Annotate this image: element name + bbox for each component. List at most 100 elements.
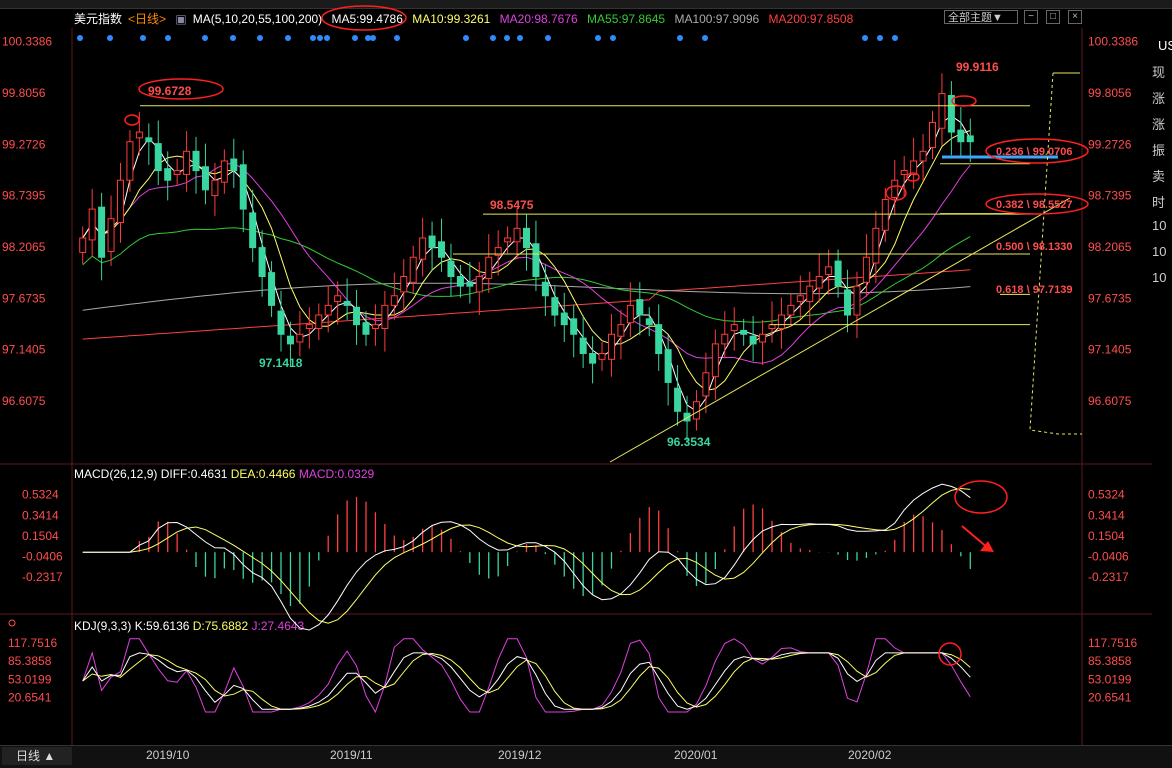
y-tick-label: -0.0406 bbox=[22, 550, 63, 564]
fib-label: 0.618 \ 97.7139 bbox=[996, 284, 1072, 296]
candle-body bbox=[456, 275, 464, 287]
candle-body bbox=[607, 333, 615, 360]
candle-body bbox=[929, 121, 937, 148]
candle-body bbox=[759, 333, 767, 343]
event-dot bbox=[140, 35, 146, 41]
candle-body bbox=[806, 285, 814, 303]
candle-body bbox=[674, 387, 682, 412]
event-dot bbox=[202, 35, 208, 41]
candle-body bbox=[428, 235, 436, 249]
candle-body bbox=[541, 281, 549, 297]
event-dot bbox=[370, 35, 376, 41]
event-dot bbox=[517, 35, 523, 41]
candle-body bbox=[626, 304, 634, 324]
candle-body bbox=[787, 304, 795, 316]
y-tick-label: 0.3414 bbox=[22, 508, 59, 522]
candle-body bbox=[504, 237, 512, 243]
candle-body bbox=[617, 324, 625, 337]
candle-body bbox=[438, 241, 446, 258]
event-dot bbox=[257, 35, 263, 41]
candle-body bbox=[230, 158, 238, 172]
y-tick-label: 98.7395 bbox=[1088, 189, 1132, 203]
candle-body bbox=[513, 227, 521, 243]
event-dot bbox=[285, 35, 291, 41]
candle-body bbox=[872, 227, 880, 264]
candle-body bbox=[362, 322, 370, 335]
y-tick-label: 0.5324 bbox=[22, 488, 59, 502]
candle-body bbox=[98, 206, 106, 258]
chart-canvas[interactable]: 100.3386 100.3386 99.8056 99.8056 99.2726 99.… bbox=[0, 0, 1172, 767]
candle-body bbox=[711, 343, 719, 378]
candle-body bbox=[107, 218, 115, 252]
high-label: 99.6728 bbox=[148, 84, 192, 98]
date-label: 2020/01 bbox=[674, 748, 718, 762]
candle-body bbox=[645, 318, 653, 326]
candle-body bbox=[154, 143, 162, 172]
y-tick-label: 99.8056 bbox=[1088, 86, 1132, 100]
candle-body bbox=[740, 329, 748, 335]
candle-body bbox=[324, 304, 332, 316]
candle-body bbox=[796, 295, 804, 303]
candle-body bbox=[702, 372, 710, 397]
y-tick-label: 97.6735 bbox=[1088, 291, 1132, 305]
y-tick-label: 117.7516 bbox=[8, 636, 57, 650]
candle-body bbox=[79, 237, 87, 253]
candle-body bbox=[589, 353, 597, 364]
candle-body bbox=[390, 295, 398, 306]
y-tick-label: 85.3858 bbox=[1088, 654, 1132, 668]
event-dot bbox=[463, 35, 469, 41]
candle-body bbox=[579, 337, 587, 355]
candle-body bbox=[523, 227, 530, 249]
date-label: 2019/10 bbox=[146, 748, 190, 762]
event-dot bbox=[324, 35, 330, 41]
candle-body bbox=[749, 335, 757, 345]
y-tick-label: 20.6541 bbox=[1088, 691, 1132, 705]
y-tick-label: 96.6075 bbox=[2, 394, 46, 408]
candle-body bbox=[853, 285, 861, 316]
candle-body bbox=[220, 160, 228, 183]
candle-body bbox=[447, 260, 455, 277]
candle-body bbox=[192, 150, 200, 172]
diff-line bbox=[82, 483, 971, 631]
candle-body bbox=[570, 318, 578, 335]
candle-body bbox=[966, 135, 974, 143]
candle-body bbox=[315, 314, 323, 329]
y-tick-label: 97.1405 bbox=[2, 343, 46, 357]
candle-body bbox=[475, 275, 483, 293]
candle-body bbox=[919, 150, 927, 162]
candle-body bbox=[88, 208, 96, 241]
event-dot bbox=[352, 35, 358, 41]
y-tick-label: 97.1405 bbox=[1088, 343, 1132, 357]
y-tick-label: 85.3858 bbox=[8, 654, 52, 668]
candle-body bbox=[353, 306, 361, 326]
y-tick-label: -0.2317 bbox=[22, 570, 63, 584]
ma100-line bbox=[82, 282, 971, 311]
candle-body bbox=[862, 256, 870, 283]
candle-body bbox=[296, 333, 304, 343]
candle-body bbox=[636, 299, 644, 316]
candle-body bbox=[183, 150, 191, 175]
event-dot bbox=[317, 35, 323, 41]
y-tick-label: 99.2726 bbox=[2, 137, 46, 151]
y-tick-label: 0.1504 bbox=[1088, 529, 1125, 543]
settings-dot-icon bbox=[8, 619, 16, 627]
projection-line bbox=[1029, 72, 1082, 435]
event-dot bbox=[892, 35, 898, 41]
event-dot bbox=[862, 35, 868, 41]
high-label: 98.5475 bbox=[490, 198, 534, 212]
y-tick-label: 98.7395 bbox=[2, 189, 46, 203]
candle-body bbox=[268, 272, 276, 306]
candle-body bbox=[116, 179, 124, 224]
period-tab[interactable]: 日线 ▲ bbox=[2, 747, 72, 765]
candle-body bbox=[211, 179, 219, 197]
y-tick-label: 96.6075 bbox=[1088, 394, 1132, 408]
candle-body bbox=[249, 212, 257, 249]
highlight-ellipse bbox=[124, 114, 140, 126]
event-dot bbox=[490, 35, 496, 41]
event-dot bbox=[677, 35, 683, 41]
y-tick-label: 0.5324 bbox=[1088, 488, 1125, 502]
y-tick-label: 20.6541 bbox=[8, 691, 52, 705]
candle-body bbox=[844, 289, 852, 316]
low-label: 97.1418 bbox=[259, 356, 303, 370]
fib-label: 0.382 \ 98.5527 bbox=[996, 199, 1072, 211]
